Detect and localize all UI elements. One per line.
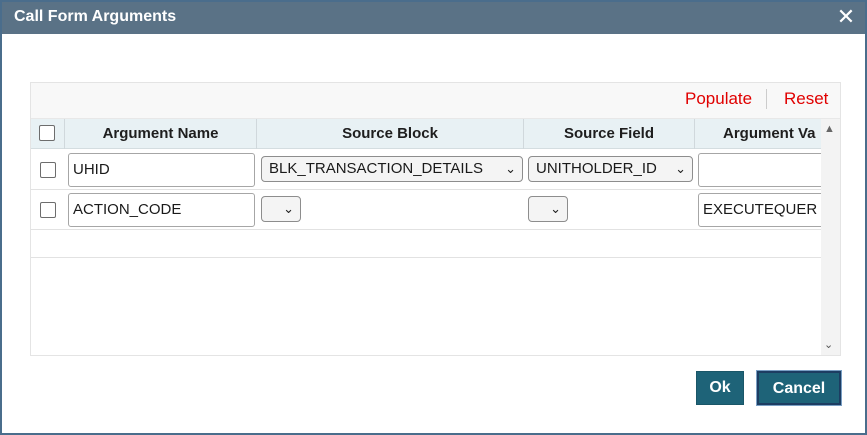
scroll-up-icon[interactable]: ▲ — [824, 123, 835, 135]
source-block-value: BLK_TRANSACTION_DETAILS — [269, 160, 483, 177]
dialog-titlebar: Call Form Arguments ✕ — [2, 2, 865, 34]
chevron-down-icon: ⌄ — [505, 161, 516, 176]
header-select-all-cell — [31, 119, 65, 149]
call-form-arguments-dialog: Call Form Arguments ✕ Populate Reset Arg… — [0, 0, 867, 435]
toolbar-divider — [766, 89, 767, 109]
close-icon[interactable]: ✕ — [835, 6, 857, 28]
chevron-down-icon: ⌄ — [550, 201, 561, 216]
header-argument-value: Argument Va — [723, 125, 816, 142]
row-checkbox[interactable] — [40, 162, 56, 178]
source-field-select[interactable]: ⌄ — [528, 196, 568, 222]
grid-scrollbar[interactable]: ▲ ⌄ — [821, 119, 840, 355]
grid-header: Argument Name Source Block Source Field … — [31, 119, 821, 149]
argument-value-input[interactable]: EXECUTEQUER — [698, 193, 828, 227]
table-row: ACTION_CODE ⌄ ⌄ EXECUTEQUER — [31, 190, 828, 230]
row-checkbox[interactable] — [40, 202, 56, 218]
table-row: UHID BLK_TRANSACTION_DETAILS ⌄ UNITHOLDE… — [31, 150, 828, 190]
argument-name-input[interactable]: UHID — [68, 153, 255, 187]
empty-table-row — [31, 230, 821, 258]
dialog-title: Call Form Arguments — [14, 8, 177, 25]
select-all-checkbox[interactable] — [39, 125, 55, 141]
source-field-select[interactable]: UNITHOLDER_ID ⌄ — [528, 156, 693, 182]
header-source-field: Source Field — [524, 119, 695, 149]
chevron-down-icon: ⌄ — [283, 201, 294, 216]
source-block-select[interactable]: ⌄ — [261, 196, 301, 222]
reset-link[interactable]: Reset — [784, 89, 828, 109]
source-block-select[interactable]: BLK_TRANSACTION_DETAILS ⌄ — [261, 156, 523, 182]
scroll-down-icon[interactable]: ⌄ — [824, 338, 833, 351]
grid-toolbar: Populate Reset — [31, 83, 840, 119]
populate-link[interactable]: Populate — [685, 89, 752, 109]
ok-button[interactable]: Ok — [696, 371, 744, 405]
argument-name-input[interactable]: ACTION_CODE — [68, 193, 255, 227]
header-source-block: Source Block — [257, 119, 524, 149]
argument-value-input[interactable] — [698, 153, 828, 187]
cancel-button[interactable]: Cancel — [756, 370, 842, 406]
source-field-value: UNITHOLDER_ID — [536, 160, 657, 177]
chevron-down-icon: ⌄ — [675, 161, 686, 176]
header-argument-name: Argument Name — [65, 119, 257, 149]
arguments-panel: Populate Reset Argument Name Source Bloc… — [30, 82, 841, 356]
